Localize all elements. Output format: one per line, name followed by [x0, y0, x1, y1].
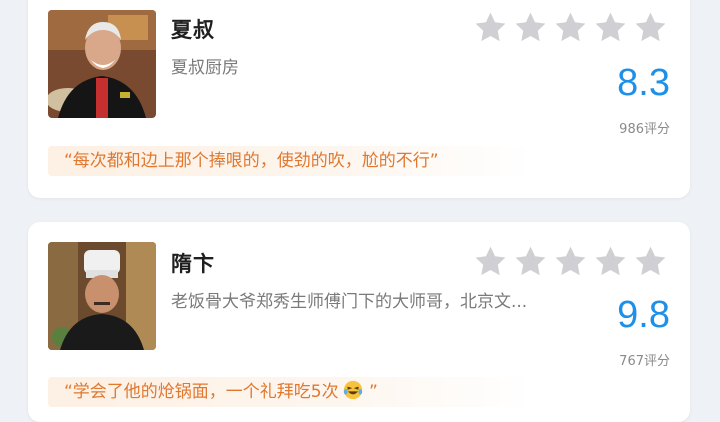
- chef-portrait-image: [48, 10, 156, 118]
- comment-text: “每次都和边上那个捧哏的，使劲的吹，尬的不行”: [64, 151, 439, 171]
- star-icon[interactable]: [593, 10, 628, 45]
- star-icon[interactable]: [513, 244, 548, 279]
- rating-score: 8.3: [617, 62, 670, 104]
- star-icon[interactable]: [473, 244, 508, 279]
- chef-portrait-image: [48, 242, 156, 350]
- chef-subtitle: 夏叔厨房: [171, 58, 239, 78]
- chef-subtitle: 老饭骨大爷郑秀生师傅门下的大师哥，北京文...: [171, 292, 528, 312]
- star-rating[interactable]: [473, 10, 668, 45]
- comment-text: “学会了他的炝锅面，一个礼拜吃5次: [64, 382, 339, 402]
- rating-score: 9.8: [617, 294, 670, 336]
- chef-photo[interactable]: [48, 242, 156, 350]
- comment-closing-quote: ”: [363, 382, 378, 402]
- chef-card[interactable]: 隋卞 老饭骨大爷郑秀生师傅门下的大师哥，北京文... 9.8 767评分 “学会…: [28, 222, 690, 422]
- chef-card[interactable]: 夏叔 夏叔厨房 8.3 986评分 “每次都和边上那个捧哏的，使劲的吹，尬的不行…: [28, 0, 690, 198]
- star-icon[interactable]: [513, 10, 548, 45]
- rating-count: 767评分: [619, 354, 670, 369]
- chef-name: 隋卞: [171, 252, 215, 276]
- star-icon[interactable]: [553, 244, 588, 279]
- star-icon[interactable]: [473, 10, 508, 45]
- chef-name: 夏叔: [171, 18, 215, 42]
- laughing-tears-emoji-icon: [343, 380, 362, 400]
- star-icon[interactable]: [633, 244, 668, 279]
- star-icon[interactable]: [593, 244, 628, 279]
- star-icon[interactable]: [633, 10, 668, 45]
- rating-count: 986评分: [619, 122, 670, 137]
- star-rating[interactable]: [473, 244, 668, 279]
- star-icon[interactable]: [553, 10, 588, 45]
- featured-comment[interactable]: “每次都和边上那个捧哏的，使劲的吹，尬的不行”: [48, 146, 534, 176]
- featured-comment[interactable]: “学会了他的炝锅面，一个礼拜吃5次 ”: [48, 377, 534, 407]
- chef-photo[interactable]: [48, 10, 156, 118]
